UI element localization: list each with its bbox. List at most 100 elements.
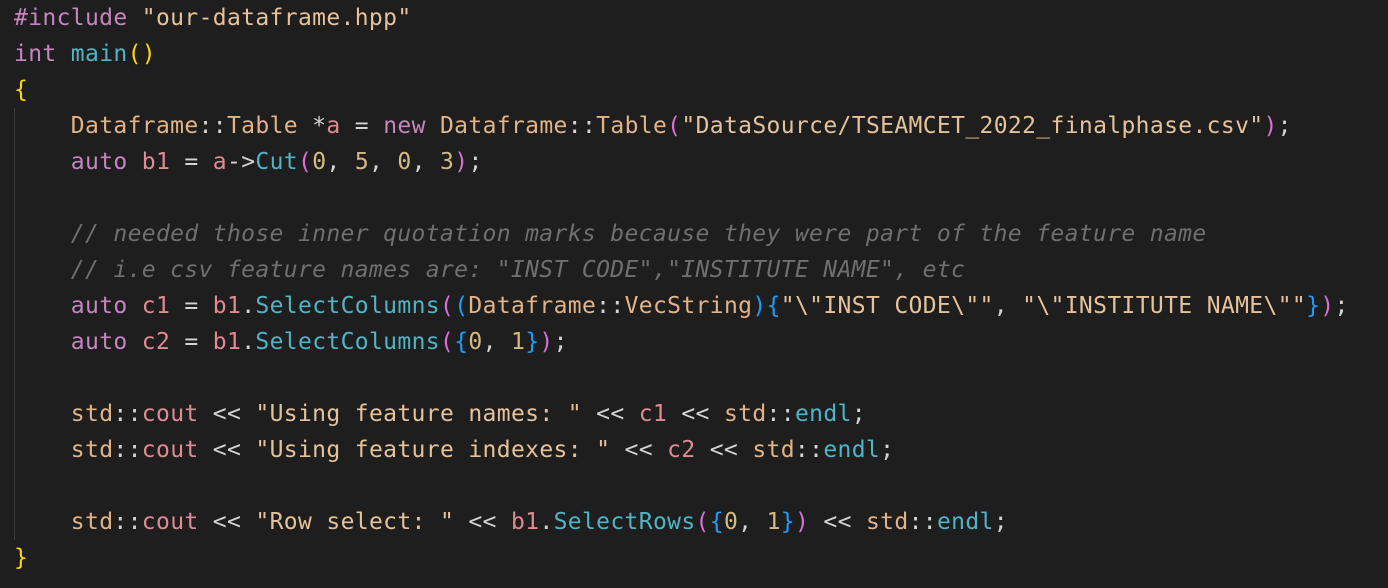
- code-token-default: ::: [113, 437, 142, 463]
- code-token-string: "our-dataframe.hpp": [141, 5, 412, 31]
- code-token-number: 1: [766, 509, 781, 535]
- code-token-variable: cout: [141, 509, 199, 535]
- code-token-number: 0: [397, 149, 412, 175]
- code-token-bracket3: }: [525, 329, 540, 355]
- code-token-bracket2: (: [439, 329, 455, 355]
- code-token-function: SelectRows: [553, 509, 696, 535]
- code-token-variable: c1: [638, 401, 668, 427]
- code-token-default: ,: [369, 149, 398, 175]
- code-token-variable: c2: [667, 437, 696, 463]
- code-token-default: [14, 221, 71, 247]
- code-token-comment: // needed those inner quotation marks be…: [70, 221, 1207, 247]
- code-token-default: <<: [610, 437, 668, 463]
- code-token-variable: a: [212, 149, 227, 175]
- code-token-default: ::: [794, 437, 824, 463]
- code-token-default: .: [539, 509, 554, 535]
- code-token-string: "\"INSTITUTE NAME\"": [1022, 293, 1307, 319]
- code-token-default: ,: [738, 509, 767, 535]
- code-token-class: std: [70, 401, 114, 427]
- code-token-variable: a: [326, 113, 341, 139]
- code-token-default: <<: [198, 509, 256, 535]
- code-token-default: =: [170, 293, 213, 319]
- code-token-default: ::: [596, 293, 625, 319]
- code-token-number: 0: [312, 149, 327, 175]
- code-token-keyword: auto: [70, 293, 142, 319]
- code-token-default: [14, 113, 71, 139]
- code-token-keyword: auto: [70, 329, 142, 355]
- code-token-default: .: [241, 293, 256, 319]
- code-line: std::cout << "Using feature names: " << …: [14, 396, 866, 432]
- code-line: // i.e csv feature names are: "INST CODE…: [14, 252, 965, 288]
- code-token-variable: c1: [141, 293, 171, 319]
- code-token-default: ;: [880, 437, 895, 463]
- code-token-default: <<: [198, 437, 256, 463]
- code-token-string: "DataSource/TSEAMCET_2022_finalphase.csv…: [681, 113, 1264, 139]
- code-token-bracket2: ): [454, 149, 469, 175]
- code-line: int main(): [14, 36, 156, 72]
- code-token-default: [14, 437, 71, 463]
- code-token-bracket1: }: [14, 545, 29, 571]
- code-line: {: [14, 72, 28, 108]
- code-token-variable: b1: [212, 329, 242, 355]
- code-token-variable: cout: [141, 401, 199, 427]
- code-token-function: endl: [794, 401, 852, 427]
- code-token-default: ::: [113, 509, 142, 535]
- code-token-class: Table: [226, 113, 298, 139]
- code-line: std::cout << "Row select: " << b1.Select…: [14, 504, 1008, 540]
- code-token-class: std: [865, 509, 909, 535]
- code-line: auto b1 = a->Cut(0, 5, 0, 3);: [14, 144, 483, 180]
- code-token-bracket3: {: [709, 509, 724, 535]
- code-token-keyword: int: [14, 41, 71, 67]
- code-token-default: .: [241, 329, 256, 355]
- code-token-bracket3: (: [454, 293, 469, 319]
- code-token-default: =: [170, 149, 213, 175]
- code-token-default: ::: [766, 401, 795, 427]
- code-token-default: <<: [198, 401, 256, 427]
- code-token-number: 0: [723, 509, 739, 535]
- code-token-default: <<: [454, 509, 511, 535]
- code-token-default: =: [170, 329, 213, 355]
- code-editor[interactable]: #include "our-dataframe.hpp" int main(){ …: [0, 0, 1388, 588]
- code-token-keyword: new: [383, 113, 440, 139]
- code-token-default: <<: [695, 437, 753, 463]
- code-token-string: "\"INST CODE\"": [780, 293, 994, 319]
- code-token-bracket2: (: [667, 113, 682, 139]
- code-token-number: 0: [468, 329, 483, 355]
- code-token-string: "Row select: ": [255, 509, 455, 535]
- code-token-variable: b1: [141, 149, 171, 175]
- code-token-function: endl: [823, 437, 881, 463]
- code-token-comment: // i.e csv feature names are: "INST CODE…: [70, 257, 966, 283]
- code-token-bracket2: (: [298, 149, 313, 175]
- code-token-bracket3: {: [454, 329, 469, 355]
- code-token-default: ;: [993, 509, 1008, 535]
- code-token-default: <<: [581, 401, 639, 427]
- code-token-default: ;: [1277, 113, 1292, 139]
- code-token-function: SelectColumns: [255, 329, 440, 355]
- code-line: auto c2 = b1.SelectColumns({0, 1});: [14, 324, 568, 360]
- code-token-default: ->: [227, 149, 256, 175]
- code-token-bracket2: ): [539, 329, 554, 355]
- code-token-default: <<: [667, 401, 724, 427]
- code-token-class: std: [723, 401, 767, 427]
- code-token-default: ;: [468, 149, 483, 175]
- code-token-bracket2: (: [439, 293, 455, 319]
- code-token-default: ;: [851, 401, 866, 427]
- code-token-bracket1: (): [127, 41, 156, 67]
- code-token-default: ::: [567, 113, 597, 139]
- code-token-function: Cut: [255, 149, 298, 175]
- code-token-class: VecString: [624, 293, 753, 319]
- code-token-bracket3: }: [1306, 293, 1321, 319]
- code-token-class: Dataframe: [468, 293, 597, 319]
- code-token-function: endl: [936, 509, 994, 535]
- code-token-class: std: [70, 509, 114, 535]
- code-token-default: [14, 149, 71, 175]
- code-token-default: ,: [482, 329, 511, 355]
- code-token-default: ;: [1334, 293, 1349, 319]
- code-line: }: [14, 540, 28, 576]
- code-token-number: 1: [511, 329, 526, 355]
- code-token-number: 5: [354, 149, 370, 175]
- code-token-default: [14, 329, 71, 355]
- code-token-default: =: [340, 113, 384, 139]
- code-token-keyword: auto: [70, 149, 142, 175]
- code-token-string: "Using feature indexes: ": [255, 437, 611, 463]
